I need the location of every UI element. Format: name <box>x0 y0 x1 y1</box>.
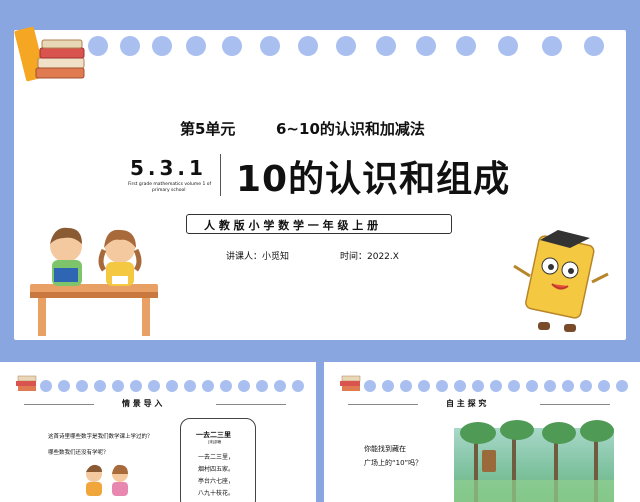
section-rule-right <box>540 404 610 405</box>
question-line-1: 这首诗里哪些数字是我们数学课上学过的？ <box>48 434 153 440</box>
lesson-number: 5.3.1 <box>130 156 207 180</box>
kids-reading-illustration <box>86 464 128 496</box>
textbook-label: 人 教 版 小 学 数 学 一 年 级 上 册 <box>204 219 379 232</box>
slide-thumbnail-1[interactable]: 情 景 导 入 这首诗里哪些数字是我们数学课上学过的？ 哪些数我们还没有学呢？ … <box>0 362 316 502</box>
title-divider <box>220 154 221 196</box>
section-rule-left <box>24 404 94 405</box>
english-caption: First grade mathematics volume 1 of prim… <box>128 182 212 193</box>
poem-line: 烟村四五家。 <box>198 466 235 473</box>
books-stack-icon <box>340 375 361 391</box>
poem-line: 亭台六七座， <box>198 478 235 485</box>
lecturer: 讲课人：小觅知 <box>226 252 290 262</box>
section-title: 情 景 导 入 <box>122 399 163 408</box>
lesson-title: 10的认识和组成 <box>236 159 511 200</box>
date: 时间：2022.X <box>340 252 399 262</box>
question-line-2: 哪些数我们还没有学呢？ <box>48 450 109 456</box>
poem-title: 一去二三里 <box>196 431 231 439</box>
section-title: 自 主 探 究 <box>446 399 487 408</box>
main-slide[interactable]: 第5单元 6~10的认识和加减法 5.3.1 First grade mathe… <box>14 30 626 340</box>
unit-label: 第5单元 <box>180 120 236 138</box>
poem-line: 八九十枝花。 <box>198 490 235 497</box>
poem-line: 一去二三里， <box>198 454 235 461</box>
question-line-1: 你能找到藏在 <box>364 445 406 453</box>
forest-square-image <box>454 420 614 502</box>
poem-author: [宋]邵雍 <box>208 440 222 444</box>
question-line-2: 广场上的“10”吗？ <box>364 459 423 467</box>
section-rule-left <box>348 404 418 405</box>
unit-title: 6~10的认识和加减法 <box>276 120 425 138</box>
slide-thumbnail-2[interactable]: 自 主 探 究 你能找到藏在 广场上的“10”吗？ <box>324 362 640 502</box>
books-stack-icon <box>16 375 37 391</box>
section-rule-right <box>216 404 286 405</box>
